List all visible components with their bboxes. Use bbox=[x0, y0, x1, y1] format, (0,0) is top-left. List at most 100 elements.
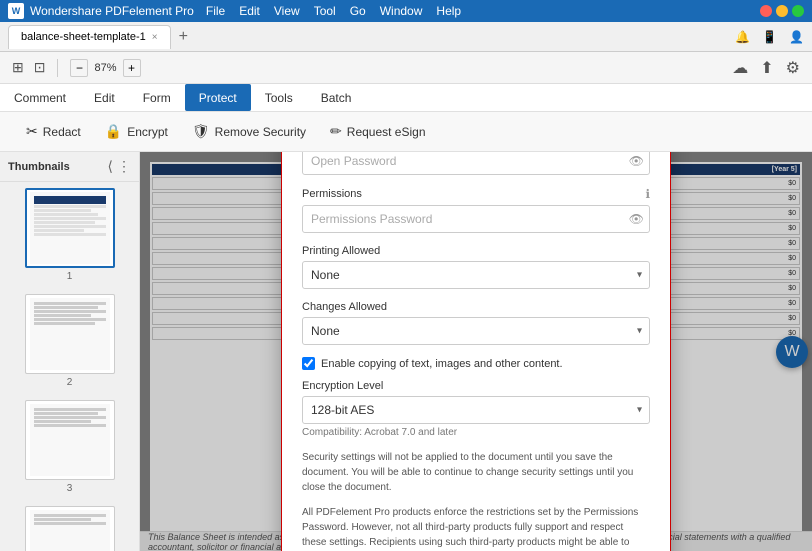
changes-allowed-label: Changes Allowed bbox=[302, 301, 650, 313]
sidebar-controls: ⟨ ⋮ bbox=[108, 158, 131, 175]
menu-tool[interactable]: Tool bbox=[314, 4, 336, 18]
document-tab[interactable]: balance-sheet-template-1 × bbox=[8, 25, 171, 49]
nav-comment[interactable]: Comment bbox=[0, 84, 80, 111]
dialog-overlay: Encrypt with Password Document Open Pass… bbox=[140, 152, 812, 551]
zoom-in-button[interactable]: + bbox=[123, 59, 141, 77]
menu-go[interactable]: Go bbox=[350, 4, 366, 18]
permissions-wrapper: 👁 bbox=[302, 205, 650, 233]
permissions-section: Permissions ℹ 👁 bbox=[302, 187, 650, 233]
maximize-button[interactable] bbox=[792, 5, 804, 17]
redact-button[interactable]: ✂ Redact bbox=[16, 119, 91, 144]
nav-protect[interactable]: Protect bbox=[185, 84, 251, 111]
changes-allowed-select-wrapper: None ▾ bbox=[302, 317, 650, 345]
page-view-icon[interactable]: ⊡ bbox=[34, 59, 46, 76]
thumbnail-2-image bbox=[25, 294, 115, 374]
copy-content-checkbox-row: Enable copying of text, images and other… bbox=[302, 357, 650, 370]
settings-icon[interactable]: ⚙ bbox=[786, 58, 800, 78]
encryption-level-label: Encryption Level bbox=[302, 380, 650, 392]
remove-security-icon: 🛡 bbox=[192, 123, 210, 140]
remove-security-button[interactable]: 🛡 Remove Security bbox=[182, 119, 316, 144]
doc-open-password-input[interactable] bbox=[302, 152, 650, 175]
new-tab-button[interactable]: + bbox=[171, 28, 196, 46]
tab-close-icon[interactable]: × bbox=[152, 32, 158, 43]
thumbnail-1-image bbox=[25, 188, 115, 268]
thumbnail-2[interactable]: 2 bbox=[0, 288, 139, 394]
cloud-icon[interactable]: ☁ bbox=[732, 58, 748, 78]
menu-help[interactable]: Help bbox=[436, 4, 461, 18]
printing-allowed-select[interactable]: None bbox=[302, 261, 650, 289]
zoom-control: − 87% + bbox=[70, 59, 140, 77]
thumbnail-3-image bbox=[25, 400, 115, 480]
thumbnail-list: 1 2 bbox=[0, 182, 139, 551]
encryption-level-select[interactable]: 128-bit AES bbox=[302, 396, 650, 424]
remove-security-label: Remove Security bbox=[215, 125, 306, 139]
menu-file[interactable]: File bbox=[206, 4, 225, 18]
account-icon[interactable]: 👤 bbox=[789, 30, 804, 44]
menu-window[interactable]: Window bbox=[380, 4, 423, 18]
permissions-info-icon[interactable]: ℹ bbox=[645, 187, 650, 201]
share-icon[interactable]: ⬆ bbox=[760, 58, 773, 78]
sidebar-header: Thumbnails ⟨ ⋮ bbox=[0, 152, 139, 182]
encryption-level-select-wrapper: 128-bit AES ▾ bbox=[302, 396, 650, 424]
sidebar-more-button[interactable]: ⋮ bbox=[117, 158, 131, 175]
thumbnail-4[interactable]: 4 bbox=[0, 500, 139, 551]
permissions-toggle-icon[interactable]: 👁 bbox=[629, 212, 644, 226]
info-text-1: Security settings will not be applied to… bbox=[302, 450, 650, 495]
thumbnail-2-num: 2 bbox=[67, 377, 73, 388]
menu-bar-top: File Edit View Tool Go Window Help bbox=[206, 4, 461, 18]
thumbnail-3[interactable]: 3 bbox=[0, 394, 139, 500]
permissions-password-input[interactable] bbox=[302, 205, 650, 233]
nav-edit[interactable]: Edit bbox=[80, 84, 129, 111]
changes-allowed-section: Changes Allowed None ▾ bbox=[302, 301, 650, 345]
nav-batch[interactable]: Batch bbox=[307, 84, 366, 111]
encrypt-label: Encrypt bbox=[127, 125, 168, 139]
encryption-level-section: Encryption Level 128-bit AES ▾ Compatibi… bbox=[302, 380, 650, 438]
sidebar: Thumbnails ⟨ ⋮ bbox=[0, 152, 140, 551]
nav-form[interactable]: Form bbox=[129, 84, 185, 111]
changes-allowed-select[interactable]: None bbox=[302, 317, 650, 345]
info-text-2: All PDFelement Pro products enforce the … bbox=[302, 505, 650, 551]
view-mode-icon[interactable]: ⊞ bbox=[12, 59, 24, 76]
menu-edit[interactable]: Edit bbox=[239, 4, 260, 18]
printing-allowed-select-wrapper: None ▾ bbox=[302, 261, 650, 289]
compatibility-note: Compatibility: Acrobat 7.0 and later bbox=[302, 427, 650, 438]
tab-right-icons: 🔔 📱 👤 bbox=[735, 30, 804, 44]
doc-open-password-section: Document Open Password ℹ 👁 bbox=[302, 152, 650, 175]
esign-icon: ✏ bbox=[330, 123, 342, 140]
zoom-toolbar: ⊞ ⊡ − 87% + ☁ ⬆ ⚙ bbox=[0, 52, 812, 84]
request-esign-button[interactable]: ✏ Request eSign bbox=[320, 119, 435, 144]
copy-content-label: Enable copying of text, images and other… bbox=[321, 358, 563, 370]
encrypt-icon: 🔒 bbox=[105, 123, 122, 140]
app-logo: W bbox=[8, 3, 24, 19]
app-title: Wondershare PDFelement Pro bbox=[30, 4, 194, 18]
menu-view[interactable]: View bbox=[274, 4, 300, 18]
zoom-out-button[interactable]: − bbox=[70, 59, 88, 77]
action-bar: ✂ Redact 🔒 Encrypt 🛡 Remove Security ✏ R… bbox=[0, 112, 812, 152]
sidebar-title: Thumbnails bbox=[8, 161, 70, 173]
thumbnail-1[interactable]: 1 bbox=[0, 182, 139, 288]
content-area: [Year 4] [Year 5] $0$0 $0$0 $0$0 $0$0 $0… bbox=[140, 152, 812, 551]
separator bbox=[57, 59, 58, 77]
copy-content-checkbox[interactable] bbox=[302, 357, 315, 370]
password-toggle-icon[interactable]: 👁 bbox=[629, 154, 644, 168]
encrypt-password-dialog: Encrypt with Password Document Open Pass… bbox=[281, 152, 671, 551]
printing-allowed-label: Printing Allowed bbox=[302, 245, 650, 257]
minimize-button[interactable] bbox=[776, 5, 788, 17]
tab-bar: balance-sheet-template-1 × + 🔔 📱 👤 bbox=[0, 22, 812, 52]
main-layout: Thumbnails ⟨ ⋮ bbox=[0, 152, 812, 551]
doc-open-password-wrapper: 👁 bbox=[302, 152, 650, 175]
sidebar-collapse-button[interactable]: ⟨ bbox=[108, 158, 113, 175]
window-controls bbox=[760, 5, 804, 17]
thumbnail-4-image bbox=[25, 506, 115, 551]
encrypt-button[interactable]: 🔒 Encrypt bbox=[95, 119, 178, 144]
close-button[interactable] bbox=[760, 5, 772, 17]
device-icon[interactable]: 📱 bbox=[762, 30, 777, 44]
nav-tools[interactable]: Tools bbox=[251, 84, 307, 111]
printing-allowed-section: Printing Allowed None ▾ bbox=[302, 245, 650, 289]
redact-label: Redact bbox=[43, 125, 81, 139]
notification-icon[interactable]: 🔔 bbox=[735, 30, 750, 44]
thumbnail-1-num: 1 bbox=[67, 271, 73, 282]
request-esign-label: Request eSign bbox=[347, 125, 426, 139]
nav-menu-bar: Comment Edit Form Protect Tools Batch bbox=[0, 84, 812, 112]
title-bar: W Wondershare PDFelement Pro File Edit V… bbox=[0, 0, 812, 22]
